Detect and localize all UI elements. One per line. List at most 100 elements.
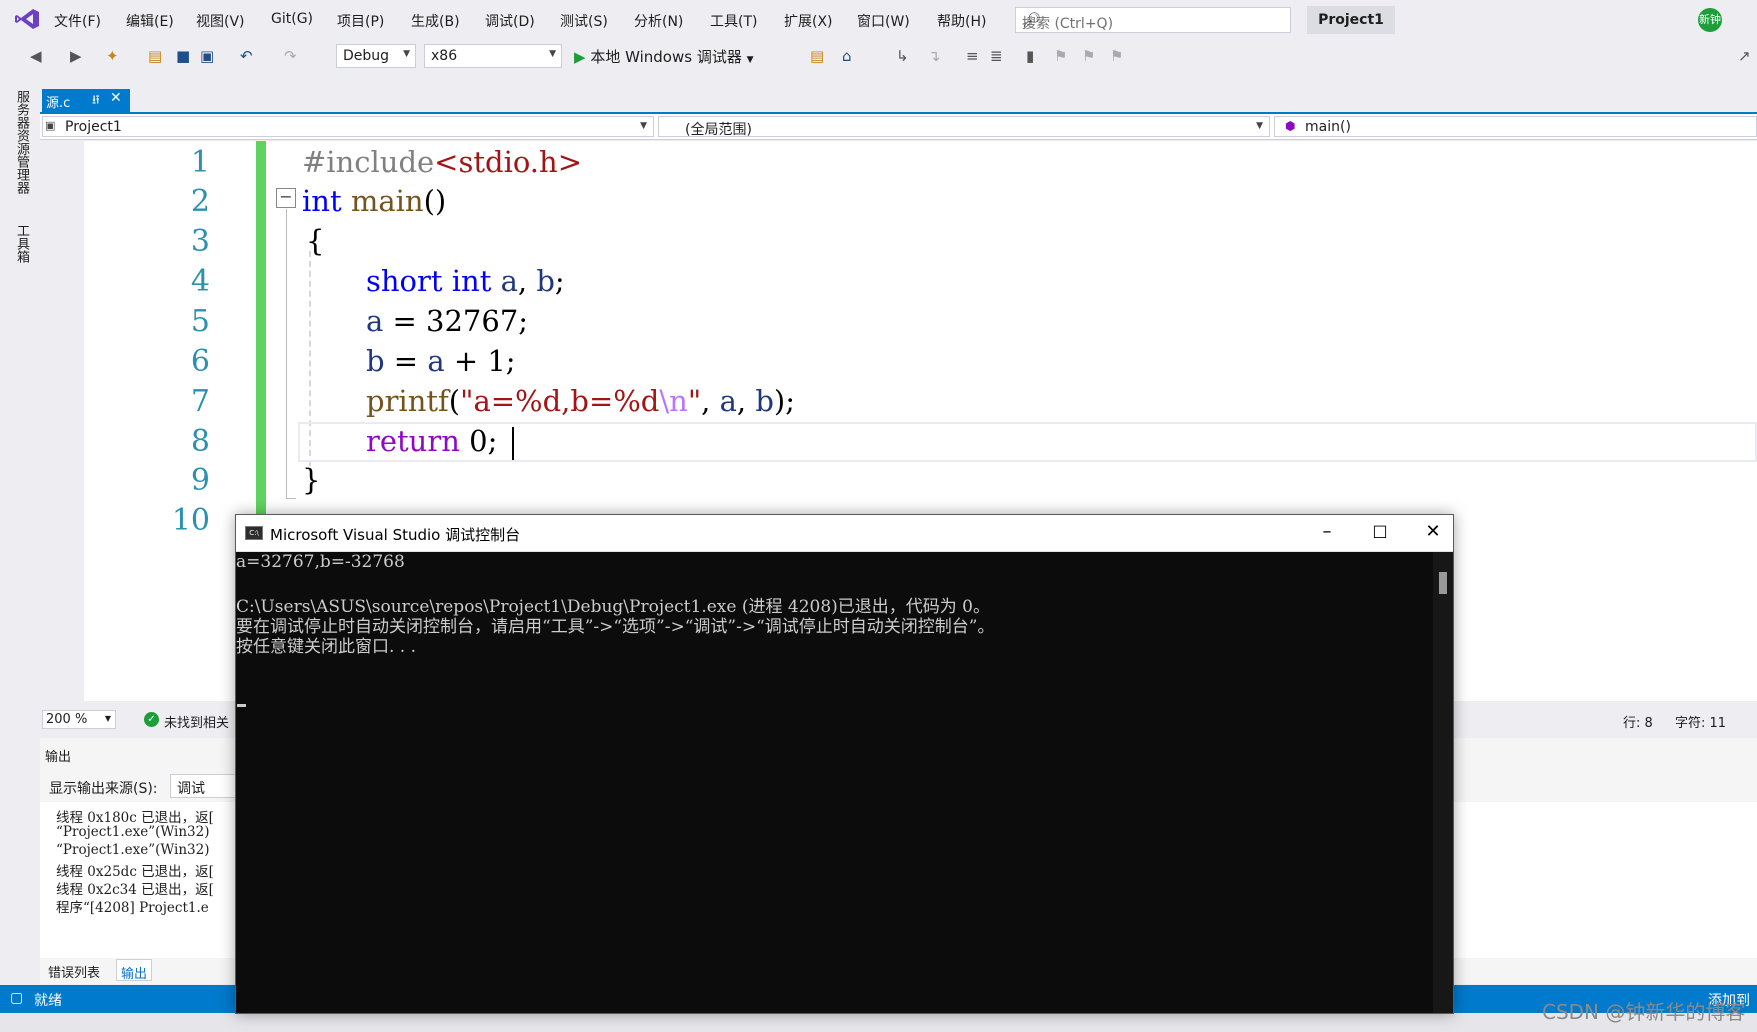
output-line: “Project1.exe”(Win32) [56,842,210,858]
navigation-bar: ▣ Project1 ▼ (全局范围) ▼ ⬢ main() [40,114,1757,140]
project-icon: ▣ [45,119,56,132]
taskbar-strip [0,1013,1757,1032]
console-cursor [237,704,246,707]
menu-debug[interactable]: 调试(D) [485,11,535,31]
step-over-icon[interactable]: ↴ [928,47,941,65]
output-source-label: 显示输出来源(S): [49,781,158,797]
menu-view[interactable]: 视图(V) [196,11,245,31]
document-tab[interactable]: 源.c ⭿ ✕ [42,89,130,112]
step-icon[interactable]: ↳ [896,47,909,65]
play-icon: ▶ [574,48,586,66]
console-title-bar[interactable]: C:\ Microsoft Visual Studio 调试控制台 – □ ✕ [236,515,1453,552]
line-number: 1 [190,145,210,180]
editor-margin [40,141,84,701]
menu-analyze[interactable]: 分析(N) [634,11,683,31]
start-debugging-button[interactable]: ▶ 本地 Windows 调试器 ▼ [574,46,754,67]
menu-window[interactable]: 窗口(W) [857,11,910,31]
menu-file[interactable]: 文件(F) [54,11,101,31]
next-bookmark-icon[interactable]: ⚑ [1082,47,1095,65]
save-icon[interactable]: ■ [176,47,190,65]
avatar[interactable]: 新钟 [1698,8,1722,32]
line-number: 9 [190,463,210,498]
output-line: 线程 0x25dc 已退出，返[ [56,864,214,880]
console-title: Microsoft Visual Studio 调试控制台 [270,526,521,544]
visual-studio-logo-icon[interactable] [14,8,40,30]
forward-icon[interactable]: ▶ [70,47,82,65]
member-nav-dropdown[interactable]: ⬢ main() [1274,116,1757,137]
code-line-2: int main() [302,184,447,218]
menu-tools[interactable]: 工具(T) [710,11,757,31]
project-nav-value: Project1 [65,119,122,135]
method-icon: ⬢ [1285,119,1296,133]
feedback-icon[interactable]: ↗ [1738,47,1751,65]
redo-icon[interactable]: ↷ [284,47,297,65]
project-nav-dropdown[interactable]: ▣ Project1 ▼ [42,116,654,137]
undo-icon[interactable]: ↶ [240,47,253,65]
home-icon[interactable]: ⌂ [842,47,852,65]
issues-status[interactable]: 未找到相关 [164,712,229,731]
menu-build[interactable]: 生成(B) [411,11,460,31]
minimize-icon[interactable]: – [1307,521,1347,545]
config-dropdown[interactable]: Debug ▼ [336,44,416,68]
line-number: 2 [190,184,210,219]
comment-icon[interactable]: ≣ [990,47,1003,65]
console-app-icon: C:\ [245,526,263,540]
prev-bookmark-icon[interactable]: ⚑ [1054,47,1067,65]
open-file-icon[interactable]: ▤ [148,47,162,65]
scrollbar-thumb[interactable] [1439,572,1447,594]
platform-dropdown[interactable]: x86 ▼ [424,44,562,68]
menu-git[interactable]: Git(G) [271,11,313,27]
zoom-value: 200 % [46,712,88,727]
console-text-area[interactable]: a=32767,b=-32768 C:\Users\ASUS\source\re… [236,552,1433,1013]
console-scrollbar[interactable] [1433,552,1453,1013]
chevron-down-icon: ▼ [1256,121,1263,131]
menu-help[interactable]: 帮助(H) [937,11,986,31]
pin-icon[interactable]: ⭿ [92,91,100,112]
close-icon[interactable]: ✕ [1413,521,1453,545]
code-line-5: a = 32767; [366,304,529,338]
tab-output[interactable]: 输出 [116,959,153,982]
output-line: “Project1.exe”(Win32) [56,824,210,840]
code-line-4: short int a, b; [366,264,565,298]
left-tool-strip: 服务器资源管理器 工具箱 [0,86,40,986]
code-line-8: return 0; [366,424,498,458]
scope-nav-dropdown[interactable]: (全局范围) ▼ [658,116,1270,138]
project-name-badge: Project1 [1307,6,1395,34]
menu-project[interactable]: 项目(P) [337,11,384,31]
tab-error-list[interactable]: 错误列表 [44,959,104,981]
check-icon: ✓ [144,712,159,727]
code-line-6: b = a + 1; [366,344,516,378]
status-icon: ▢ [10,990,24,1006]
code-line-3: { [306,224,325,258]
save-all-icon[interactable]: ▣ [200,47,214,65]
chevron-down-icon: ▼ [746,55,754,65]
menu-extensions[interactable]: 扩展(X) [784,11,833,31]
watermark: CSDN @钟新华的博客 [1542,1000,1746,1024]
debug-console-window[interactable]: C:\ Microsoft Visual Studio 调试控制台 – □ ✕ … [235,514,1454,1014]
collapse-icon[interactable]: − [276,188,296,208]
console-line: 按任意键关闭此窗口. . . [236,637,417,657]
config-value: Debug [343,48,390,64]
chevron-down-icon: ▼ [549,49,556,59]
close-icon[interactable]: ✕ [110,90,122,106]
maximize-icon[interactable]: □ [1360,521,1400,545]
search-input[interactable]: 搜索 (Ctrl+Q) 🔎︎ [1015,7,1291,33]
clear-bookmarks-icon[interactable]: ⚑ [1110,47,1123,65]
zoom-dropdown[interactable]: 200 % ▼ [42,710,116,729]
output-line: 线程 0x180c 已退出，返[ [56,810,214,826]
fold-line [286,209,287,499]
folder-search-icon[interactable]: ▤ [810,47,824,65]
indent-icon[interactable]: ≡ [966,47,979,65]
platform-value: x86 [431,48,458,64]
line-number: 5 [190,304,210,339]
output-line: 线程 0x2c34 已退出，返[ [56,882,214,898]
menu-edit[interactable]: 编辑(E) [126,11,174,31]
back-icon[interactable]: ◀ [30,47,42,65]
toolbox-tab[interactable]: 工具箱 [12,224,31,263]
server-explorer-tab[interactable]: 服务器资源管理器 [12,90,31,194]
new-project-icon[interactable]: ✦ [106,47,119,65]
bookmark-icon[interactable]: ▮ [1026,47,1034,65]
menu-test[interactable]: 测试(S) [560,11,608,31]
chevron-down-icon: ▼ [640,121,647,131]
text-caret [512,427,514,460]
